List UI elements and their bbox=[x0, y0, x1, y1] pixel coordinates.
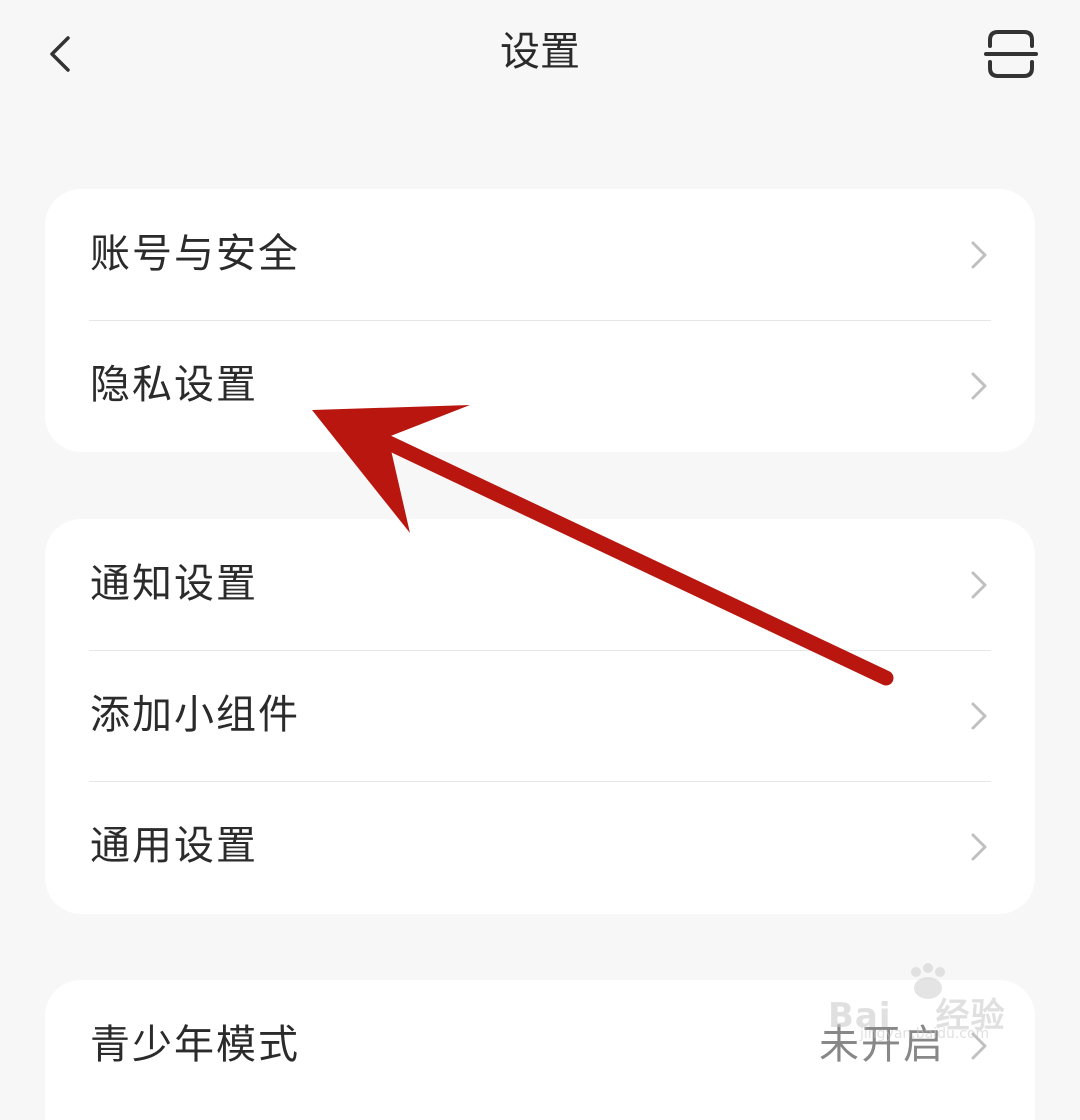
settings-item-notifications[interactable]: 通知设置 bbox=[45, 519, 1035, 650]
settings-item-label: 通用设置 bbox=[90, 823, 258, 869]
header: 设置 bbox=[0, 0, 1080, 110]
settings-item-label: 通知设置 bbox=[90, 561, 258, 607]
settings-item-privacy[interactable]: 隐私设置 bbox=[45, 320, 1035, 451]
settings-item-label: 账号与安全 bbox=[90, 231, 300, 277]
youth-mode-status: 未开启 bbox=[819, 1022, 945, 1068]
scan-button[interactable] bbox=[984, 28, 1038, 80]
scan-icon bbox=[984, 30, 1038, 78]
chevron-right-icon bbox=[969, 370, 989, 402]
settings-item-label: 青少年模式 bbox=[90, 1022, 300, 1068]
settings-item-account-security[interactable]: 账号与安全 bbox=[45, 189, 1035, 320]
chevron-right-icon bbox=[969, 831, 989, 863]
settings-item-label: 隐私设置 bbox=[90, 362, 258, 408]
settings-item-add-widget[interactable]: 添加小组件 bbox=[45, 650, 1035, 781]
chevron-right-icon bbox=[969, 1030, 989, 1062]
settings-group-general: 通知设置 添加小组件 通用设置 bbox=[45, 519, 1035, 914]
settings-group-youth: 青少年模式 未开启 bbox=[45, 980, 1035, 1120]
settings-item-youth-mode[interactable]: 青少年模式 未开启 bbox=[45, 980, 1035, 1111]
settings-item-label: 添加小组件 bbox=[90, 692, 300, 738]
settings-group-account: 账号与安全 隐私设置 bbox=[45, 189, 1035, 452]
chevron-right-icon bbox=[969, 700, 989, 732]
chevron-right-icon bbox=[969, 239, 989, 271]
page-title: 设置 bbox=[500, 29, 580, 75]
chevron-right-icon bbox=[969, 569, 989, 601]
settings-item-general[interactable]: 通用设置 bbox=[45, 781, 1035, 912]
